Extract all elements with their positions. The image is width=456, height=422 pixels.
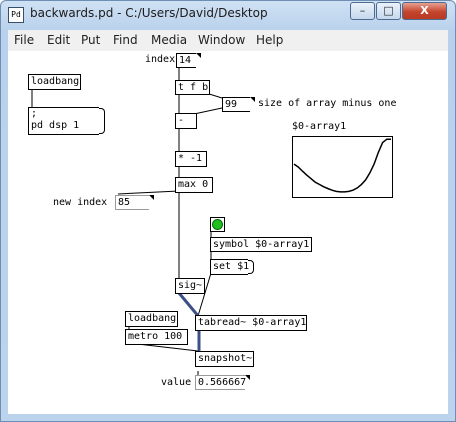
- loadbang-object-2[interactable]: loadbang: [125, 311, 178, 327]
- set-message[interactable]: set $1: [210, 259, 254, 275]
- array-graph[interactable]: [292, 136, 393, 198]
- window-title: backwards.pd - C:/Users/David/Desktop: [30, 6, 268, 20]
- pd-window: Pd backwards.pd - C:/Users/David/Desktop…: [0, 0, 456, 422]
- new-index-number-box[interactable]: 85: [115, 195, 154, 210]
- title-bar[interactable]: Pd backwards.pd - C:/Users/David/Desktop…: [1, 1, 455, 29]
- size-comment: size of array minus one: [258, 98, 397, 109]
- patch-canvas[interactable]: loadbang ; pd dsp 1 index 14 t f b 99 si…: [8, 51, 448, 414]
- index-number-box[interactable]: 14: [176, 53, 201, 68]
- menu-put[interactable]: Put: [81, 33, 100, 47]
- new-index-label: new index: [53, 197, 108, 208]
- max-object[interactable]: max 0: [175, 177, 213, 193]
- minus-object[interactable]: -: [175, 113, 197, 129]
- menu-bar: File Edit Put Find Media Window Help: [8, 30, 448, 52]
- menu-help[interactable]: Help: [256, 33, 283, 47]
- value-label: value: [161, 377, 192, 388]
- connection: [193, 107, 223, 115]
- pd-dsp-message[interactable]: ; pd dsp 1: [28, 107, 105, 135]
- array-curve: [293, 138, 391, 193]
- menu-edit[interactable]: Edit: [47, 33, 70, 47]
- connection: [117, 190, 180, 195]
- minimize-button[interactable]: –: [350, 2, 375, 20]
- menu-find[interactable]: Find: [113, 33, 138, 47]
- snapshot-object[interactable]: snapshot~: [195, 351, 254, 367]
- sig-object[interactable]: sig~: [175, 278, 205, 294]
- index-label: index: [145, 54, 176, 65]
- array-plot: [293, 138, 391, 193]
- bang-button[interactable]: [210, 217, 225, 232]
- signal-connection: [177, 292, 201, 318]
- metro-object[interactable]: metro 100: [125, 329, 188, 345]
- bang-indicator: [212, 219, 223, 230]
- menu-media[interactable]: Media: [151, 33, 187, 47]
- tabread-object[interactable]: tabread~ $0-array1: [195, 315, 307, 331]
- loadbang-object[interactable]: loadbang: [28, 74, 81, 90]
- menu-file[interactable]: File: [14, 33, 34, 47]
- array-name-label: $0-array1: [292, 121, 347, 132]
- close-button[interactable]: X: [402, 2, 447, 20]
- symbol-object[interactable]: symbol $0-array1: [210, 237, 312, 252]
- menu-window[interactable]: Window: [198, 33, 245, 47]
- trigger-object[interactable]: t f b: [175, 80, 210, 95]
- pd-icon: Pd: [8, 7, 24, 23]
- multiply-object[interactable]: * -1: [175, 151, 207, 167]
- array-size-number-box[interactable]: 99: [222, 97, 255, 112]
- maximize-button[interactable]: □: [376, 2, 401, 20]
- value-number-box[interactable]: 0.566667: [195, 375, 250, 390]
